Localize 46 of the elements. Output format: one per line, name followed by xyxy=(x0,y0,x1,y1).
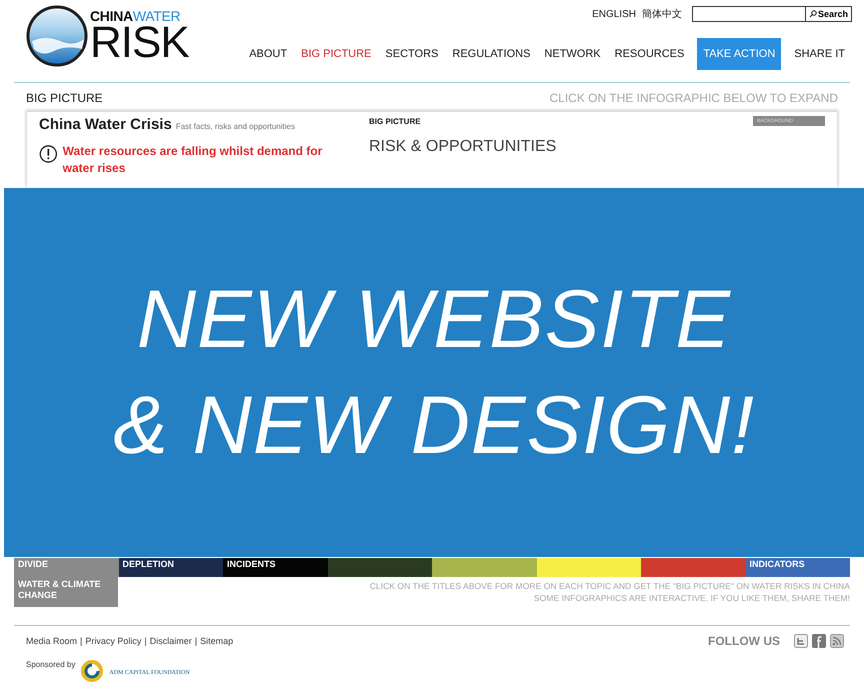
section-title: BIG PICTURE xyxy=(26,91,103,105)
sponsored-label: Sponsored by xyxy=(26,660,76,669)
infographic-subtitle: Fast facts, risks and opportunities xyxy=(176,122,295,131)
footer-link[interactable]: Disclaimer xyxy=(150,636,192,646)
infographic-label: BIG PICTURE xyxy=(369,116,421,126)
footer-link[interactable]: Media Room xyxy=(26,636,78,646)
logo-word: WATER xyxy=(132,8,180,24)
follow-label: FOLLOW US xyxy=(708,634,780,648)
nav-link[interactable]: BIG PICTURE xyxy=(294,38,378,70)
expand-hint: CLICK ON THE INFOGRAPHIC BELOW TO EXPAND xyxy=(550,91,838,105)
alert-text: Water resources are falling whilst demand for water rises xyxy=(62,143,324,177)
rss-icon[interactable] xyxy=(830,634,844,648)
infographic-title: China Water Crisis xyxy=(39,116,172,133)
section-heading: RISK & OPPORTUNITIES xyxy=(369,138,558,156)
separator: | xyxy=(80,636,82,646)
exclamation-icon xyxy=(39,143,58,165)
logo-word: CHINA xyxy=(90,8,133,24)
language-link[interactable]: 簡体中文 xyxy=(642,7,682,21)
topic-cell[interactable]: INCIDENTS xyxy=(223,558,328,577)
separator: | xyxy=(194,636,198,646)
nav-link[interactable]: RESOURCES xyxy=(608,38,692,70)
topic-cell[interactable] xyxy=(432,558,536,577)
logo-word: RISK xyxy=(90,23,189,63)
separator: | xyxy=(144,636,147,646)
ring-logo-icon xyxy=(79,660,106,682)
nav-link[interactable]: SECTORS xyxy=(378,38,446,70)
topic-cell[interactable] xyxy=(641,558,746,577)
search-field[interactable]: Search xyxy=(692,6,852,22)
instruction-text: SOME INFOGRAPHICS ARE INTERACTIVE. IF YOU LIKE THEM, SHARE THEM! xyxy=(534,593,850,603)
nav-link[interactable]: SHARE IT xyxy=(787,38,852,70)
banner-headline: & NEW DESIGN! xyxy=(113,378,755,472)
nav-link[interactable]: NETWORK xyxy=(537,38,608,70)
search-icon xyxy=(808,10,817,18)
f-logo-icon[interactable] xyxy=(812,634,826,648)
topic-cell[interactable]: INDICATORS xyxy=(746,558,850,577)
nav-link[interactable]: ABOUT xyxy=(242,38,294,70)
footer-link[interactable]: Sitemap xyxy=(200,636,234,646)
water-globe-icon xyxy=(26,5,88,67)
topic-cell[interactable] xyxy=(536,558,641,577)
footer-link[interactable]: Privacy Policy xyxy=(85,636,142,646)
language-link[interactable]: ENGLISH xyxy=(592,8,636,20)
banner-headline: NEW WEBSITE xyxy=(136,272,732,366)
topic-cell[interactable]: DEPLETION xyxy=(118,558,223,577)
instruction-text: CLICK ON THE TITLES ABOVE FOR MORE ON EACH TOPIC AND GET THE "BIG PICTURE" ON WATER RISKS IN CHINA xyxy=(370,581,850,591)
nav-link[interactable]: REGULATIONS xyxy=(445,38,538,70)
topic-cell[interactable] xyxy=(328,558,432,577)
